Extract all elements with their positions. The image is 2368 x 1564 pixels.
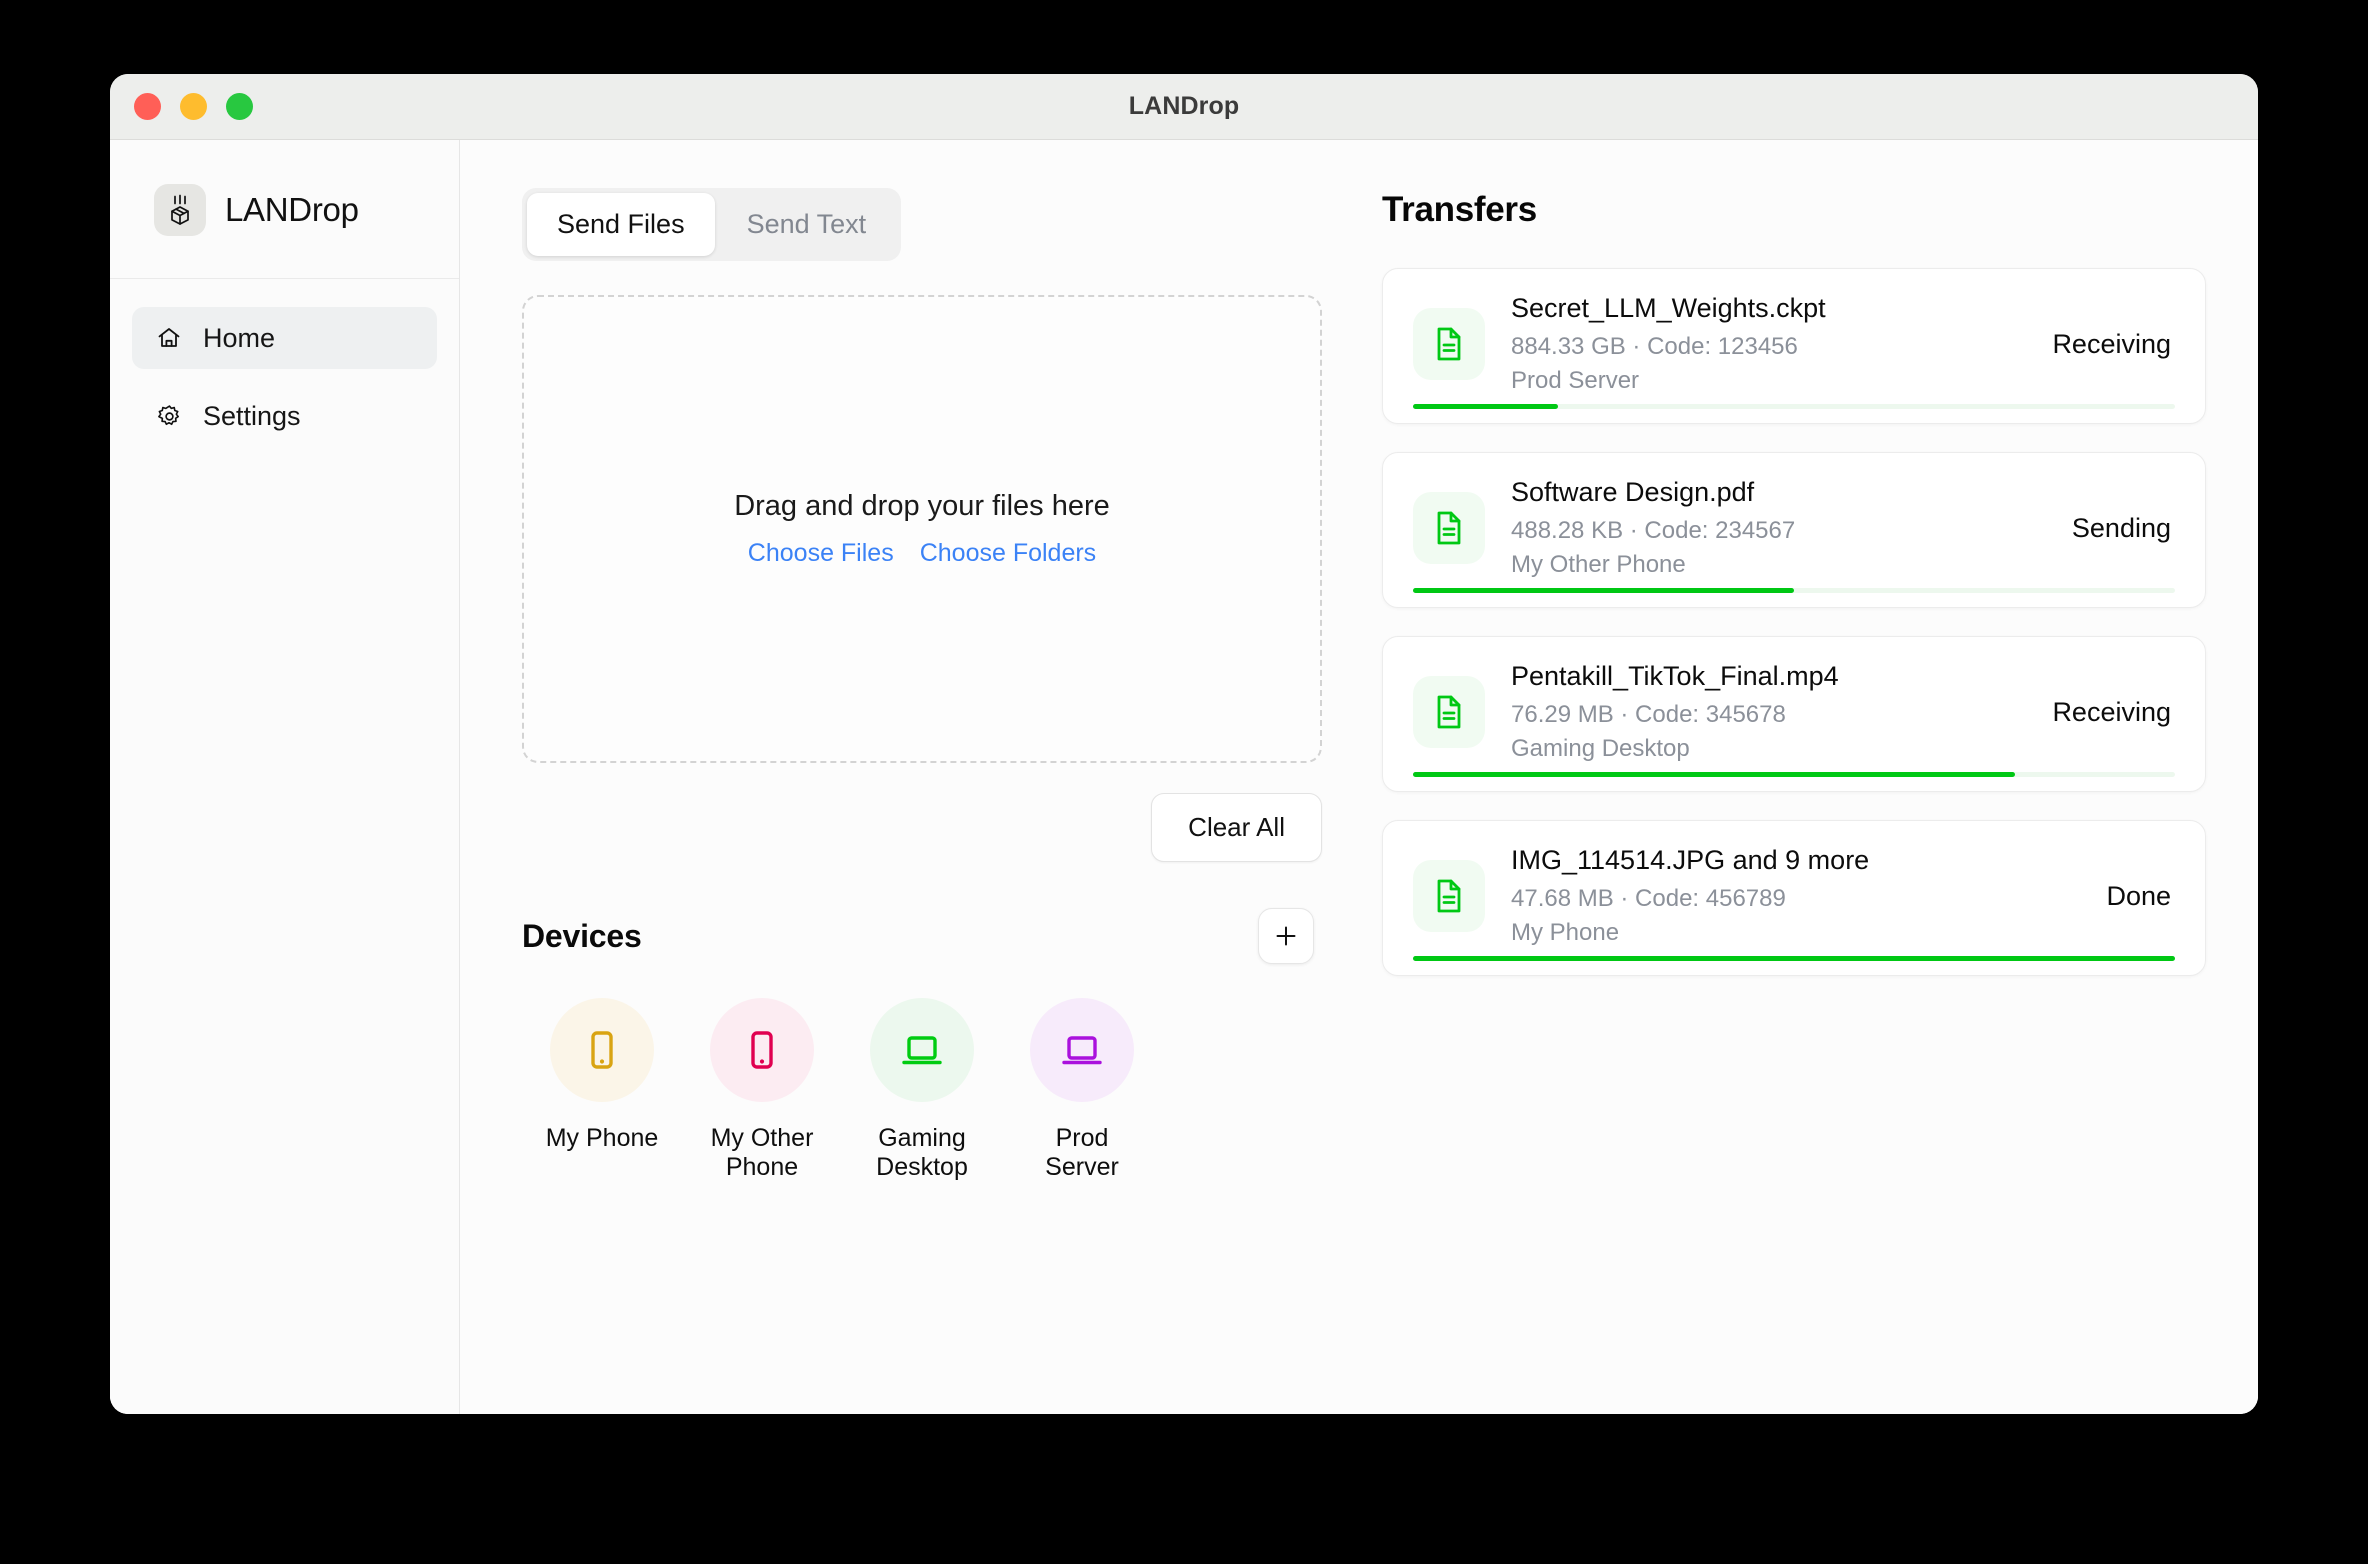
- transfer-device: My Other Phone: [1511, 551, 2028, 579]
- transfer-filename: Software Design.pdf: [1511, 477, 2028, 508]
- sidebar: LANDrop Home: [110, 140, 460, 1414]
- brand: LANDrop: [110, 140, 459, 279]
- devices-grid: My Phone My Other Phone Gaming Desktop P…: [522, 998, 1322, 1182]
- device-item[interactable]: My Phone: [522, 998, 682, 1182]
- transfer-status: Sending: [2054, 513, 2171, 544]
- file-icon: [1413, 676, 1485, 748]
- transfer-meta: Software Design.pdf 488.28 KB · Code: 23…: [1511, 477, 2028, 579]
- transfer-filename: IMG_114514.JPG and 9 more: [1511, 845, 2062, 876]
- main-content: Send Files Send Text Drag and drop your …: [460, 140, 2258, 1414]
- screen: LANDrop LANDrop: [0, 0, 2368, 1564]
- device-label: Gaming Desktop: [860, 1124, 985, 1182]
- choose-files-link[interactable]: Choose Files: [748, 539, 894, 568]
- transfer-device: Prod Server: [1511, 367, 2008, 395]
- transfer-progress-fill: [1413, 404, 1558, 409]
- transfer-size-code: 47.68 MB · Code: 456789: [1511, 885, 2062, 913]
- device-label: My Phone: [546, 1124, 659, 1153]
- transfer-progress-track: [1413, 588, 2175, 593]
- transfer-filename: Pentakill_TikTok_Final.mp4: [1511, 661, 2008, 692]
- transfer-size-code: 488.28 KB · Code: 234567: [1511, 517, 2028, 545]
- package-drop-icon: [154, 184, 206, 236]
- laptop-icon: [1030, 998, 1134, 1102]
- transfers-list: Secret_LLM_Weights.ckpt 884.33 GB · Code…: [1382, 268, 2206, 976]
- gear-icon: [154, 401, 184, 431]
- window-title: LANDrop: [110, 92, 2258, 121]
- sidebar-item-home[interactable]: Home: [132, 307, 437, 369]
- devices-title: Devices: [522, 918, 642, 955]
- device-label: My Other Phone: [700, 1124, 825, 1182]
- transfer-card[interactable]: IMG_114514.JPG and 9 more 47.68 MB · Cod…: [1382, 820, 2206, 976]
- clear-all-row: Clear All: [522, 793, 1322, 862]
- transfer-progress-fill: [1413, 956, 2175, 961]
- device-label: Prod Server: [1020, 1124, 1145, 1182]
- transfer-size-code: 76.29 MB · Code: 345678: [1511, 701, 2008, 729]
- transfer-device: My Phone: [1511, 919, 2062, 947]
- sidebar-item-settings[interactable]: Settings: [132, 385, 437, 447]
- phone-icon: [550, 998, 654, 1102]
- transfer-meta: IMG_114514.JPG and 9 more 47.68 MB · Cod…: [1511, 845, 2062, 947]
- device-item[interactable]: Gaming Desktop: [842, 998, 1002, 1182]
- transfer-status: Receiving: [2034, 329, 2171, 360]
- file-icon: [1413, 860, 1485, 932]
- device-item[interactable]: My Other Phone: [682, 998, 842, 1182]
- transfer-device: Gaming Desktop: [1511, 735, 2008, 763]
- dropzone-links: Choose Files Choose Folders: [748, 539, 1096, 568]
- file-icon: [1413, 492, 1485, 564]
- transfer-status: Receiving: [2034, 697, 2171, 728]
- phone-icon: [710, 998, 814, 1102]
- transfer-card[interactable]: Secret_LLM_Weights.ckpt 884.33 GB · Code…: [1382, 268, 2206, 424]
- plus-icon: [1273, 923, 1299, 949]
- transfer-progress-track: [1413, 772, 2175, 777]
- sidebar-nav: Home Settings: [110, 279, 459, 447]
- home-icon: [154, 323, 184, 353]
- sidebar-item-settings-label: Settings: [203, 401, 301, 432]
- tab-send-text[interactable]: Send Text: [717, 193, 897, 256]
- transfer-card[interactable]: Software Design.pdf 488.28 KB · Code: 23…: [1382, 452, 2206, 608]
- window-titlebar: LANDrop: [110, 74, 2258, 140]
- transfer-size-code: 884.33 GB · Code: 123456: [1511, 333, 2008, 361]
- choose-folders-link[interactable]: Choose Folders: [920, 539, 1096, 568]
- transfer-progress-fill: [1413, 588, 1794, 593]
- transfer-progress-track: [1413, 956, 2175, 961]
- add-device-button[interactable]: [1258, 908, 1314, 964]
- sidebar-item-home-label: Home: [203, 323, 275, 354]
- transfer-progress-fill: [1413, 772, 2015, 777]
- tab-send-files[interactable]: Send Files: [527, 193, 715, 256]
- transfer-status: Done: [2088, 881, 2171, 912]
- window-body: LANDrop Home: [110, 140, 2258, 1414]
- transfer-meta: Pentakill_TikTok_Final.mp4 76.29 MB · Co…: [1511, 661, 2008, 763]
- transfers-title: Transfers: [1382, 190, 2206, 230]
- transfers-panel: Transfers Secret_LLM_Weights.ckpt 884.33…: [1382, 188, 2206, 1414]
- brand-name: LANDrop: [225, 191, 359, 229]
- send-mode-tabs: Send Files Send Text: [522, 188, 901, 261]
- transfer-progress-track: [1413, 404, 2175, 409]
- file-icon: [1413, 308, 1485, 380]
- send-panel: Send Files Send Text Drag and drop your …: [522, 188, 1322, 1414]
- transfer-card[interactable]: Pentakill_TikTok_Final.mp4 76.29 MB · Co…: [1382, 636, 2206, 792]
- dropzone-title: Drag and drop your files here: [734, 490, 1110, 523]
- transfer-filename: Secret_LLM_Weights.ckpt: [1511, 293, 2008, 324]
- app-window: LANDrop LANDrop: [110, 74, 2258, 1414]
- file-dropzone[interactable]: Drag and drop your files here Choose Fil…: [522, 295, 1322, 763]
- clear-all-button[interactable]: Clear All: [1151, 793, 1322, 862]
- device-item[interactable]: Prod Server: [1002, 998, 1162, 1182]
- devices-header: Devices: [522, 908, 1322, 964]
- laptop-icon: [870, 998, 974, 1102]
- transfer-meta: Secret_LLM_Weights.ckpt 884.33 GB · Code…: [1511, 293, 2008, 395]
